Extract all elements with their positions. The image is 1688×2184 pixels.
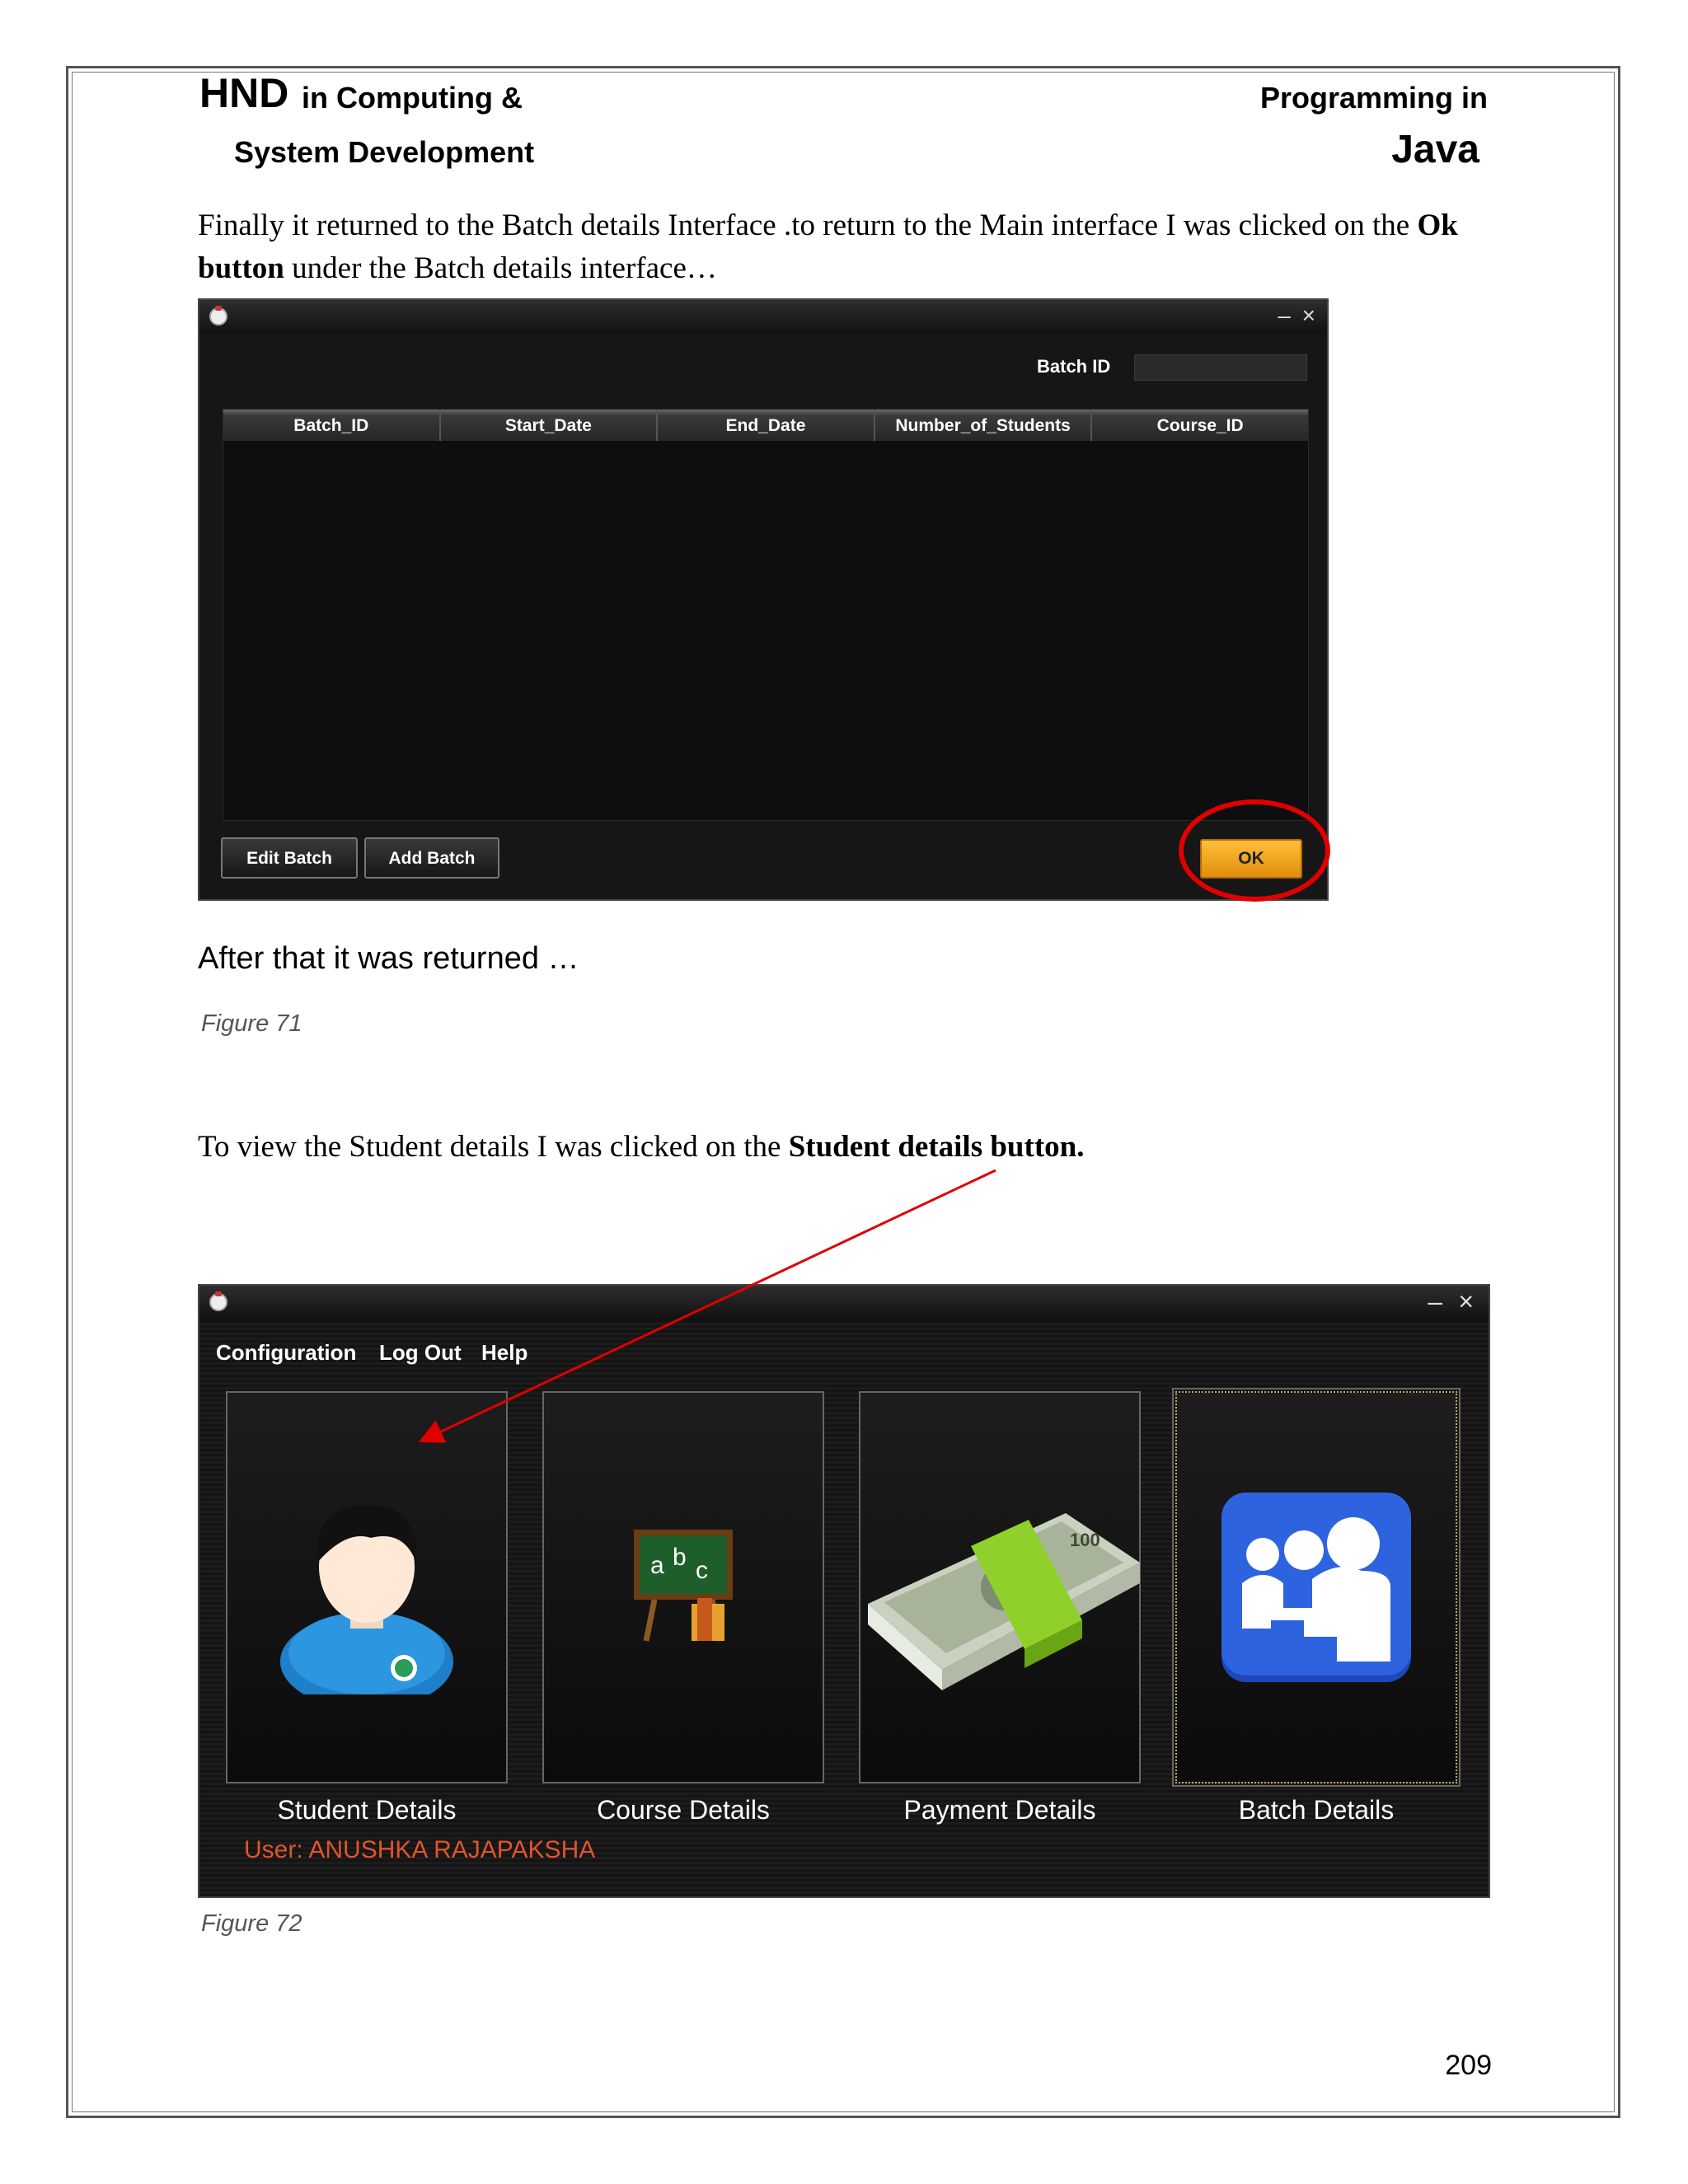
- main-window-titlebar: – ×: [199, 1286, 1489, 1320]
- header-in-computing: in Computing &: [302, 81, 523, 115]
- menu-configuration[interactable]: Configuration: [216, 1340, 356, 1366]
- column-header-batch-id[interactable]: Batch_ID: [223, 410, 441, 441]
- para1-prefix: Finally it returned to the Batch details…: [198, 209, 1410, 242]
- header-java: Java: [1391, 128, 1479, 171]
- add-batch-button[interactable]: Add Batch: [364, 837, 499, 879]
- chalkboard-letter-a: a: [650, 1552, 664, 1579]
- column-header-course-id[interactable]: Course_ID: [1092, 410, 1308, 441]
- window-titlebar: – ×: [199, 300, 1327, 335]
- money-stack-icon: 100: [868, 1513, 1140, 1690]
- batch-details-window: – × Batch ID Batch_ID Start_Date End_Dat…: [198, 298, 1329, 901]
- student-details-button[interactable]: [226, 1391, 508, 1783]
- course-details-label: Course Details: [597, 1795, 770, 1825]
- chalkboard-letter-b: b: [673, 1544, 687, 1571]
- column-header-end-date[interactable]: End_Date: [658, 410, 875, 441]
- edit-batch-button[interactable]: Edit Batch: [221, 837, 358, 879]
- figure-71-caption: Figure 71: [201, 1010, 302, 1037]
- para2-bold: Student details button.: [788, 1130, 1085, 1164]
- para2-prefix: To view the Student details I was clicke…: [198, 1130, 781, 1164]
- batch-id-label: Batch ID: [1037, 356, 1111, 377]
- para1-suffix: under the Batch details interface…: [292, 251, 717, 285]
- after-that-text: After that it was returned …: [198, 941, 579, 976]
- batch-details-button[interactable]: [1172, 1388, 1461, 1787]
- header-hnd: HND: [199, 70, 289, 116]
- batch-table[interactable]: Batch_ID Start_Date End_Date Number_of_S…: [223, 409, 1309, 821]
- course-details-button[interactable]: a b c: [542, 1391, 824, 1783]
- figure-72-caption: Figure 72: [201, 1910, 302, 1937]
- app-icon: [209, 1291, 227, 1311]
- app-icon: [209, 306, 227, 326]
- group-users-icon: [1221, 1493, 1411, 1682]
- close-icon[interactable]: ×: [1302, 303, 1315, 328]
- header-system-development: System Development: [234, 135, 535, 169]
- menu-help[interactable]: Help: [481, 1340, 528, 1366]
- paragraph-student-instruction: To view the Student details I was clicke…: [198, 1126, 1467, 1169]
- table-header: Batch_ID Start_Date End_Date Number_of_S…: [223, 410, 1308, 441]
- ok-highlight-circle: [1179, 799, 1330, 902]
- student-icon: [280, 1505, 453, 1694]
- minimize-icon[interactable]: –: [1428, 1288, 1442, 1315]
- page-number: 209: [1445, 2050, 1492, 2081]
- payment-details-button[interactable]: 100: [859, 1391, 1141, 1783]
- batch-id-input[interactable]: [1134, 354, 1307, 381]
- main-window: – × Configuration Log Out Help a b c 100…: [198, 1284, 1490, 1898]
- payment-details-label: Payment Details: [903, 1795, 1096, 1825]
- column-header-start-date[interactable]: Start_Date: [441, 410, 659, 441]
- money-denomination: 100: [1070, 1530, 1100, 1550]
- chalkboard-letter-c: c: [696, 1557, 708, 1584]
- menu-log-out[interactable]: Log Out: [379, 1340, 462, 1366]
- batch-details-label: Batch Details: [1238, 1795, 1395, 1825]
- column-header-number-of-students[interactable]: Number_of_Students: [875, 410, 1093, 441]
- header-programming-in: Programming in: [1259, 81, 1488, 115]
- user-label: User: ANUSHKA RAJAPAKSHA: [244, 1836, 596, 1863]
- student-details-label: Student Details: [277, 1795, 457, 1825]
- minimize-icon[interactable]: –: [1278, 303, 1291, 328]
- close-icon[interactable]: ×: [1458, 1288, 1474, 1315]
- paragraph-ok-instruction: Finally it returned to the Batch details…: [198, 204, 1467, 290]
- chalkboard-abc-icon: a b c: [634, 1530, 733, 1642]
